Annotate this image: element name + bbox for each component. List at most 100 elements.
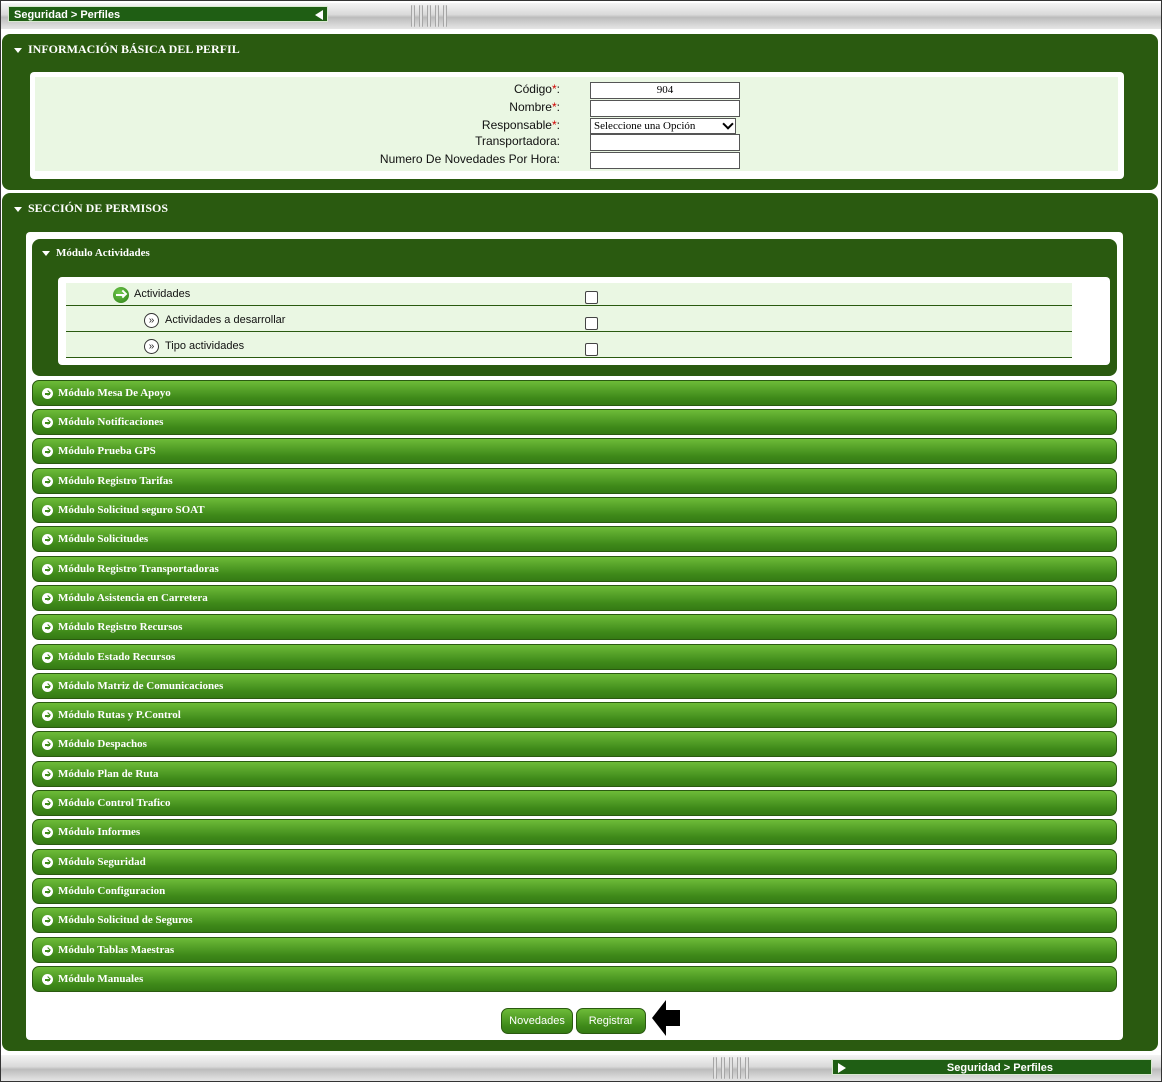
permission-checkbox[interactable] (585, 317, 598, 330)
expand-right-icon[interactable] (838, 1063, 846, 1073)
module-label: Módulo Solicitud seguro SOAT (58, 504, 205, 516)
module-actividades-title: Módulo Actividades (56, 247, 150, 259)
module-label: Módulo Seguridad (58, 856, 146, 868)
responsable-select-value: Seleccione una Opción (594, 120, 696, 132)
module-label: Módulo Estado Recursos (58, 651, 176, 663)
arrow-circle-right-icon (42, 857, 53, 868)
module-label: Módulo Matriz de Comunicaciones (58, 680, 224, 692)
module-rutas-pcontrol[interactable]: Módulo Rutas y P.Control (32, 702, 1117, 728)
responsable-label: Responsable*: (481, 118, 560, 132)
arrow-circle-right-icon (42, 564, 53, 575)
module-solicitud-seguros[interactable]: Módulo Solicitud de Seguros (32, 907, 1117, 933)
arrow-circle-right-icon (42, 886, 53, 897)
module-tablas-maestras[interactable]: Módulo Tablas Maestras (32, 937, 1117, 963)
arrow-circle-right-icon (42, 769, 53, 780)
module-seguridad[interactable]: Módulo Seguridad (32, 849, 1117, 875)
module-label: Módulo Registro Transportadoras (58, 563, 219, 575)
module-notificaciones[interactable]: Módulo Notificaciones (32, 409, 1117, 435)
module-label: Módulo Solicitud de Seguros (58, 914, 193, 926)
caret-down-icon (14, 206, 22, 212)
module-label: Módulo Tablas Maestras (58, 944, 175, 956)
caret-down-icon (14, 47, 22, 53)
permission-label: Actividades a desarrollar (165, 314, 286, 326)
module-estado-recursos[interactable]: Módulo Estado Recursos (32, 644, 1117, 670)
collapse-left-icon[interactable] (315, 10, 323, 20)
chevron-down-icon (722, 118, 734, 130)
arrow-circle-right-icon (42, 476, 53, 487)
caret-down-icon (42, 250, 50, 256)
transportadora-label: Transportadora: (475, 134, 560, 148)
breadcrumb-text: Seguridad > Perfiles (946, 1062, 1053, 1074)
module-mesa-de-apoyo[interactable]: Módulo Mesa De Apoyo (32, 380, 1117, 406)
novedades-hora-input[interactable] (590, 152, 740, 169)
module-label: Módulo Despachos (58, 738, 147, 750)
module-plan-de-ruta[interactable]: Módulo Plan de Ruta (32, 761, 1117, 787)
module-asistencia-carretera[interactable]: Módulo Asistencia en Carretera (32, 585, 1117, 611)
module-matriz-comunicaciones[interactable]: Módulo Matriz de Comunicaciones (32, 673, 1117, 699)
module-label: Módulo Informes (58, 826, 141, 838)
double-chevron-right-icon: » (144, 339, 159, 354)
module-label: Módulo Solicitudes (58, 533, 149, 545)
responsable-select[interactable]: Seleccione una Opción (590, 118, 736, 134)
basic-info-form (35, 77, 1118, 171)
pointer-arrow-icon (652, 1000, 680, 1036)
novedades-button[interactable]: Novedades (501, 1008, 573, 1034)
permissions-header[interactable]: SECCIÓN DE PERMISOS (14, 201, 168, 216)
breadcrumb-top[interactable]: Seguridad > Perfiles (8, 6, 328, 22)
module-label: Módulo Registro Tarifas (58, 475, 173, 487)
nombre-label: Nombre*: (509, 100, 560, 114)
nombre-input[interactable] (590, 100, 740, 117)
module-label: Módulo Notificaciones (58, 416, 164, 428)
module-informes[interactable]: Módulo Informes (32, 819, 1117, 845)
arrow-right-icon (113, 287, 129, 303)
arrow-circle-right-icon (42, 739, 53, 750)
breadcrumb-text: Seguridad > Perfiles (14, 9, 121, 21)
registrar-button[interactable]: Registrar (576, 1008, 646, 1034)
transportadora-input[interactable] (590, 134, 740, 151)
module-label: Módulo Control Trafico (58, 797, 171, 809)
arrow-circle-right-icon (42, 710, 53, 721)
arrow-circle-right-icon (42, 446, 53, 457)
basic-info-title: INFORMACIÓN BÁSICA DEL PERFIL (28, 42, 240, 56)
resize-grip[interactable] (411, 5, 447, 27)
arrow-circle-right-icon (42, 593, 53, 604)
arrow-circle-right-icon (42, 681, 53, 692)
novedades-hora-label: Numero De Novedades Por Hora: (379, 152, 560, 166)
permission-checkbox[interactable] (585, 291, 598, 304)
module-solicitudes[interactable]: Módulo Solicitudes (32, 526, 1117, 552)
module-label: Módulo Rutas y P.Control (58, 709, 181, 721)
module-label: Módulo Configuracion (58, 885, 166, 897)
basic-info-header[interactable]: INFORMACIÓN BÁSICA DEL PERFIL (14, 42, 240, 57)
module-control-trafico[interactable]: Módulo Control Trafico (32, 790, 1117, 816)
arrow-circle-right-icon (42, 798, 53, 809)
arrow-circle-right-icon (42, 622, 53, 633)
module-configuracion[interactable]: Módulo Configuracion (32, 878, 1117, 904)
module-label: Módulo Mesa De Apoyo (58, 387, 171, 399)
arrow-circle-right-icon (42, 388, 53, 399)
permission-label: Tipo actividades (165, 340, 245, 352)
permission-checkbox[interactable] (585, 343, 598, 356)
module-registro-recursos[interactable]: Módulo Registro Recursos (32, 614, 1117, 640)
module-label: Módulo Registro Recursos (58, 621, 183, 633)
codigo-label: Código*: (513, 82, 560, 96)
module-label: Módulo Manuales (58, 973, 144, 985)
module-despachos[interactable]: Módulo Despachos (32, 731, 1117, 757)
module-label: Módulo Asistencia en Carretera (58, 592, 208, 604)
module-registro-transportadoras[interactable]: Módulo Registro Transportadoras (32, 556, 1117, 582)
permission-label: Actividades (134, 288, 191, 300)
permission-row: Actividades a desarrollar (66, 306, 1072, 332)
codigo-input[interactable]: 904 (590, 82, 740, 99)
module-prueba-gps[interactable]: Módulo Prueba GPS (32, 438, 1117, 464)
permission-row: Actividades (66, 280, 1072, 306)
arrow-circle-right-icon (42, 534, 53, 545)
arrow-circle-right-icon (42, 945, 53, 956)
module-manuales[interactable]: Módulo Manuales (32, 966, 1117, 992)
breadcrumb-bottom[interactable]: Seguridad > Perfiles (832, 1059, 1152, 1075)
double-chevron-right-icon: » (144, 313, 159, 328)
module-registro-tarifas[interactable]: Módulo Registro Tarifas (32, 468, 1117, 494)
arrow-circle-right-icon (42, 827, 53, 838)
module-solicitud-seguro-soat[interactable]: Módulo Solicitud seguro SOAT (32, 497, 1117, 523)
resize-grip[interactable] (713, 1057, 749, 1079)
module-label: Módulo Prueba GPS (58, 445, 156, 457)
module-actividades-header[interactable]: Módulo Actividades (42, 247, 150, 259)
